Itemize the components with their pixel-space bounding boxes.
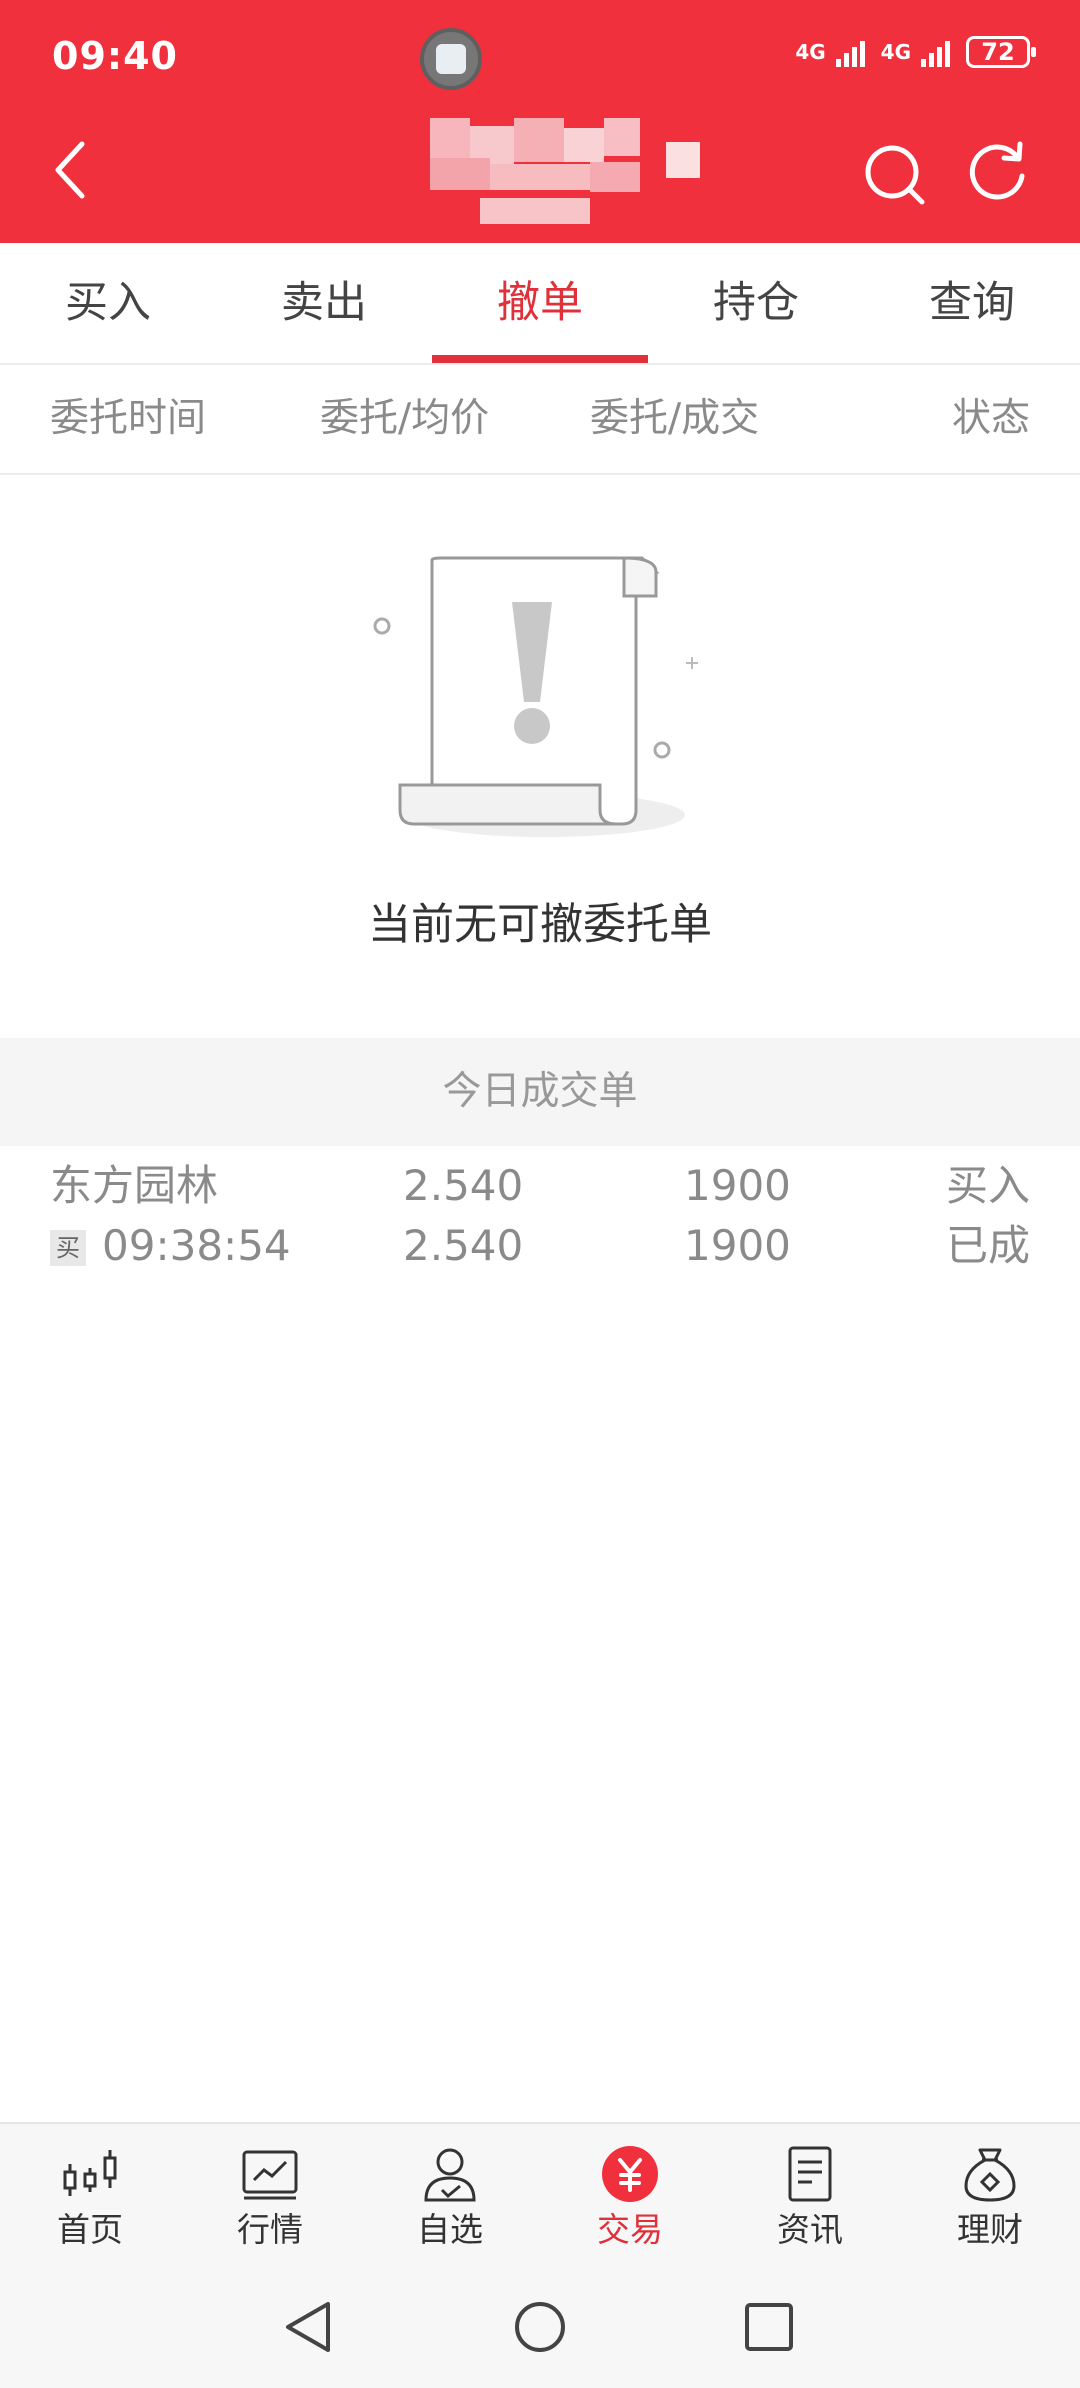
tab-buy[interactable]: 买入	[0, 243, 216, 363]
nav-home-label: 首页	[57, 2210, 123, 2249]
nav-trade-label: 交易	[597, 2210, 663, 2249]
tab-query[interactable]: 查询	[864, 243, 1080, 363]
money-bag-icon	[964, 2148, 1016, 2202]
nav-market-label: 行情	[237, 2210, 303, 2249]
nav-wealth-label: 理财	[957, 2210, 1023, 2249]
trade-time: 09:38:54	[102, 1221, 291, 1270]
nav-home[interactable]: 首页	[0, 2124, 180, 2264]
account-title-obscured	[430, 118, 700, 230]
today-trades-section-title: 今日成交单	[0, 1038, 1080, 1146]
system-home-icon[interactable]	[513, 2300, 567, 2354]
order-column-headers: 委托时间 委托/均价 委托/成交 状态	[0, 365, 1080, 475]
trade-price: 2.540	[403, 1161, 524, 1210]
system-recents-icon[interactable]	[742, 2300, 796, 2354]
nav-watchlist-label: 自选	[417, 2210, 483, 2249]
nav-news[interactable]: 资讯	[720, 2124, 900, 2264]
back-arrow-icon[interactable]	[52, 140, 92, 200]
trade-status: 已成	[945, 1221, 1030, 1270]
market-chart-icon	[242, 2150, 298, 2200]
bottom-navigation: 首页 行情 自选 交易 资讯 理财	[0, 2122, 1080, 2264]
tab-positions[interactable]: 持仓	[648, 243, 864, 363]
column-header-status: 状态	[951, 396, 1030, 441]
nav-wealth[interactable]: 理财	[900, 2124, 1080, 2264]
nav-trade[interactable]: 交易	[540, 2124, 720, 2264]
column-header-order-time: 委托时间	[50, 396, 207, 441]
status-time: 09:40	[52, 34, 178, 78]
empty-document-icon	[373, 556, 698, 837]
status-indicators: 4G 4G 72	[795, 36, 1036, 68]
empty-state-message: 当前无可撤委托单	[368, 900, 712, 950]
trade-tabs: 买入 卖出 撤单 持仓 查询	[0, 243, 1080, 365]
network-type-2: 4G	[880, 40, 911, 64]
trade-row[interactable]: 东方园林 2.540 1900 买入 买 09:38:54 2.540 1900 …	[0, 1160, 1080, 1290]
battery-icon: 72	[966, 36, 1036, 68]
yuan-trade-icon	[602, 2146, 658, 2202]
column-header-volume: 委托/成交	[590, 396, 760, 441]
buy-tag-badge: 买	[50, 1230, 86, 1266]
trade-avg-price: 2.540	[403, 1221, 524, 1270]
search-icon[interactable]	[862, 142, 926, 206]
trade-filled-quantity: 1900	[684, 1221, 791, 1270]
tab-sell[interactable]: 卖出	[216, 243, 432, 363]
network-type-1: 4G	[795, 40, 826, 64]
candlestick-icon	[63, 2150, 117, 2196]
trade-stock-name: 东方园林	[50, 1161, 219, 1210]
system-navigation-bar	[0, 2262, 1080, 2388]
system-back-icon[interactable]	[282, 2300, 336, 2354]
news-document-icon	[788, 2146, 832, 2202]
trade-time-cell: 买 09:38:54	[50, 1220, 291, 1272]
notification-app-icon	[420, 28, 482, 90]
nav-watchlist[interactable]: 自选	[360, 2124, 540, 2264]
signal-icon	[835, 37, 865, 67]
trade-quantity: 1900	[684, 1161, 791, 1210]
trade-direction: 买入	[945, 1161, 1030, 1210]
signal-icon	[921, 37, 950, 67]
tab-cancel-order[interactable]: 撤单	[432, 243, 648, 363]
nav-market[interactable]: 行情	[180, 2124, 360, 2264]
nav-news-label: 资讯	[777, 2210, 843, 2249]
active-tab-indicator	[432, 355, 648, 363]
app-header: 09:40 4G 4G 72	[0, 0, 1080, 243]
refresh-icon[interactable]	[966, 140, 1028, 202]
user-watchlist-icon	[424, 2148, 476, 2202]
column-header-price: 委托/均价	[320, 396, 490, 441]
